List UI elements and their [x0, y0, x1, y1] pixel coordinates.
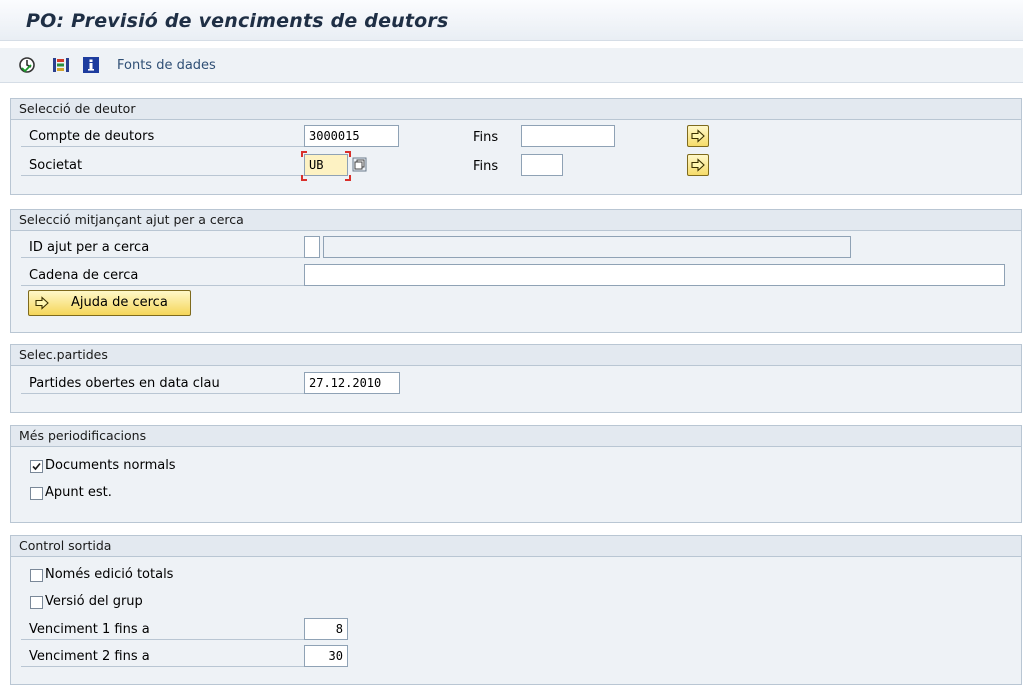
search-help-id-input[interactable]: [304, 236, 320, 258]
search-help-selection-group: Selecció mitjançant ajut per a cerca ID …: [10, 209, 1022, 333]
company-label: Societat: [21, 156, 305, 176]
normal-documents-checkbox[interactable]: [30, 460, 43, 473]
open-items-key-date-input[interactable]: 27.12.2010: [304, 372, 400, 394]
group-version-label[interactable]: Versió del grup: [45, 594, 143, 610]
group-version-checkbox[interactable]: [30, 596, 43, 609]
search-string-input[interactable]: [304, 264, 1005, 286]
group-header: Selecció mitjançant ajut per a cerca: [11, 210, 1021, 231]
page-title: PO: Previsió de venciments de deutors: [26, 10, 449, 32]
statistical-items-label[interactable]: Apunt est.: [45, 485, 112, 501]
open-items-key-date-label: Partides obertes en data clau: [21, 374, 305, 394]
company-multiple-selection-button[interactable]: [687, 154, 709, 176]
group-header: Més periodificacions: [11, 426, 1021, 447]
checkmark-icon: [32, 462, 41, 471]
application-toolbar: Fonts de dades: [0, 48, 1023, 83]
account-to-label: Fins: [473, 130, 499, 145]
account-label: Compte de deutors: [21, 127, 305, 147]
company-to-label: Fins: [473, 159, 499, 174]
company-from-input[interactable]: UB: [304, 154, 348, 176]
required-marker: [345, 151, 351, 157]
normal-documents-label[interactable]: Documents normals: [45, 458, 176, 474]
required-marker: [345, 175, 351, 181]
more-accruals-group: Més periodificacions Documents normals A…: [10, 425, 1022, 523]
output-control-group: Control sortida Només edició totals Vers…: [10, 535, 1022, 685]
group-header: Control sortida: [11, 536, 1021, 557]
item-selection-group: Selec.partides Partides obertes en data …: [10, 344, 1022, 413]
execute-icon[interactable]: [18, 56, 36, 74]
totals-only-label[interactable]: Només edició totals: [45, 567, 173, 583]
due-period-2-label: Venciment 2 fins a: [21, 647, 305, 667]
data-sources-link[interactable]: Fonts de dades: [117, 58, 216, 73]
value-help-icon[interactable]: [352, 157, 367, 172]
due-period-2-input[interactable]: 30: [304, 645, 348, 667]
account-to-input[interactable]: [521, 125, 615, 147]
required-marker: [301, 151, 307, 157]
title-bar: PO: Previsió de venciments de deutors: [0, 0, 1023, 41]
account-multiple-selection-button[interactable]: [687, 125, 709, 147]
due-period-1-label: Venciment 1 fins a: [21, 620, 305, 640]
info-icon[interactable]: [82, 56, 100, 74]
group-header: Selec.partides: [11, 345, 1021, 366]
search-string-label: Cadena de cerca: [21, 266, 305, 286]
company-to-input[interactable]: [521, 154, 563, 176]
account-from-input[interactable]: 3000015: [304, 125, 399, 147]
arrow-right-icon: [691, 129, 705, 143]
required-marker: [301, 175, 307, 181]
search-help-button[interactable]: Ajuda de cerca: [28, 290, 191, 316]
search-help-button-label: Ajuda de cerca: [71, 295, 168, 310]
totals-only-checkbox[interactable]: [30, 569, 43, 582]
arrow-right-icon: [35, 296, 49, 310]
group-header: Selecció de deutor: [11, 99, 1021, 120]
selection-options-icon[interactable]: [52, 56, 70, 74]
statistical-items-checkbox[interactable]: [30, 487, 43, 500]
arrow-right-icon: [691, 158, 705, 172]
debtor-selection-group: Selecció de deutor Compte de deutors 300…: [10, 98, 1022, 195]
search-help-id-description: [323, 236, 851, 258]
search-help-id-label: ID ajut per a cerca: [21, 238, 305, 258]
due-period-1-input[interactable]: 8: [304, 618, 348, 640]
